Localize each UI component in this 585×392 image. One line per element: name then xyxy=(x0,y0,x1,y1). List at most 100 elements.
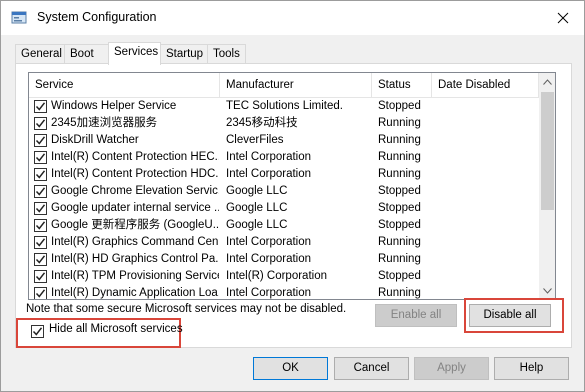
services-panel: Service Manufacturer Status Date Disable… xyxy=(15,63,572,348)
service-date-disabled xyxy=(438,200,536,217)
service-checkbox[interactable] xyxy=(34,219,47,232)
service-date-disabled xyxy=(438,217,536,234)
service-row[interactable]: Google Chrome Elevation Servic... Google … xyxy=(29,183,539,200)
service-checkbox[interactable] xyxy=(34,151,47,164)
service-date-disabled xyxy=(438,98,536,115)
hide-ms-services-checkbox[interactable] xyxy=(31,325,44,338)
service-manufacturer: Google LLC xyxy=(226,185,288,197)
service-status: Stopped xyxy=(378,270,421,282)
service-checkbox[interactable] xyxy=(34,270,47,283)
service-name: Intel(R) Dynamic Application Loa... xyxy=(51,287,219,299)
service-checkbox[interactable] xyxy=(34,287,47,299)
service-checkbox[interactable] xyxy=(34,168,47,181)
service-row[interactable]: 2345加速浏览器服务 2345移动科技 Running xyxy=(29,115,539,132)
service-checkbox[interactable] xyxy=(34,185,47,198)
service-status: Running xyxy=(378,117,421,129)
service-date-disabled xyxy=(438,115,536,132)
service-status: Running xyxy=(378,236,421,248)
service-status: Stopped xyxy=(378,202,421,214)
service-name: Google Chrome Elevation Servic... xyxy=(51,185,219,197)
service-status: Running xyxy=(378,151,421,163)
column-header-status[interactable]: Status xyxy=(372,73,432,98)
service-status: Stopped xyxy=(378,100,421,112)
service-name: Intel(R) Graphics Command Cen... xyxy=(51,236,219,248)
list-header: Service Manufacturer Status Date Disable… xyxy=(29,73,539,98)
column-header-date-disabled[interactable]: Date Disabled xyxy=(432,73,539,98)
tab-startup[interactable]: Startup xyxy=(160,44,208,64)
service-name: Intel(R) Content Protection HDC... xyxy=(51,168,219,180)
service-date-disabled xyxy=(438,149,536,166)
service-row[interactable]: Intel(R) Graphics Command Cen... Intel Co… xyxy=(29,234,539,251)
enable-all-button[interactable]: Enable all xyxy=(375,304,457,327)
service-checkbox[interactable] xyxy=(34,134,47,147)
service-name: Google 更新程序服务 (GoogleU... xyxy=(51,219,219,231)
column-header-service[interactable]: Service xyxy=(29,73,220,98)
service-checkbox[interactable] xyxy=(34,100,47,113)
service-row[interactable]: Google updater internal service ... Googl… xyxy=(29,200,539,217)
service-row[interactable]: Intel(R) Content Protection HEC... Intel … xyxy=(29,149,539,166)
service-name: 2345加速浏览器服务 xyxy=(51,117,158,129)
service-status: Running xyxy=(378,253,421,265)
ok-button[interactable]: OK xyxy=(253,357,328,380)
services-list: Service Manufacturer Status Date Disable… xyxy=(28,72,556,300)
service-manufacturer: Intel(R) Corporation xyxy=(226,270,327,282)
disable-all-button[interactable]: Disable all xyxy=(469,304,551,327)
service-name: Intel(R) HD Graphics Control Pa... xyxy=(51,253,219,265)
system-configuration-window: System Configuration General Boot Servic… xyxy=(0,0,585,392)
service-manufacturer: CleverFiles xyxy=(226,134,284,146)
service-row[interactable]: Windows Helper Service TEC Solutions Limi… xyxy=(29,98,539,115)
hide-ms-services-label[interactable]: Hide all Microsoft services xyxy=(49,323,183,335)
apply-button[interactable]: Apply xyxy=(414,357,489,380)
service-row[interactable]: Google 更新程序服务 (GoogleU... Google LLC Stopp… xyxy=(29,217,539,234)
window-title: System Configuration xyxy=(37,10,157,24)
tab-tools[interactable]: Tools xyxy=(207,44,246,64)
service-name: Intel(R) Content Protection HEC... xyxy=(51,151,219,163)
secure-services-note: Note that some secure Microsoft services… xyxy=(26,303,347,315)
service-date-disabled xyxy=(438,183,536,200)
scroll-down-icon[interactable] xyxy=(539,282,555,299)
service-checkbox[interactable] xyxy=(34,253,47,266)
service-manufacturer: Intel Corporation xyxy=(226,287,312,299)
tab-services[interactable]: Services xyxy=(108,42,161,65)
service-row[interactable]: Intel(R) HD Graphics Control Pa... Intel … xyxy=(29,251,539,268)
service-status: Running xyxy=(378,287,421,299)
column-header-manufacturer[interactable]: Manufacturer xyxy=(220,73,372,98)
service-name: Google updater internal service ... xyxy=(51,202,219,214)
vertical-scrollbar[interactable] xyxy=(539,73,555,299)
help-button[interactable]: Help xyxy=(494,357,569,380)
scrollbar-thumb[interactable] xyxy=(541,92,554,210)
service-checkbox[interactable] xyxy=(34,236,47,249)
service-name: DiskDrill Watcher xyxy=(51,134,139,146)
cancel-button[interactable]: Cancel xyxy=(334,357,409,380)
service-row[interactable]: Intel(R) TPM Provisioning Service Intel(R… xyxy=(29,268,539,285)
service-manufacturer: TEC Solutions Limited. xyxy=(226,100,343,112)
close-icon[interactable] xyxy=(542,1,584,35)
scroll-up-icon[interactable] xyxy=(539,73,555,90)
service-rows: Windows Helper Service TEC Solutions Limi… xyxy=(29,98,539,299)
service-manufacturer: Intel Corporation xyxy=(226,151,312,163)
service-date-disabled xyxy=(438,268,536,285)
msconfig-app-icon xyxy=(11,10,27,26)
service-checkbox[interactable] xyxy=(34,202,47,215)
service-row[interactable]: Intel(R) Content Protection HDC... Intel … xyxy=(29,166,539,183)
service-date-disabled xyxy=(438,132,536,149)
service-manufacturer: Intel Corporation xyxy=(226,236,312,248)
tab-general[interactable]: General xyxy=(15,44,65,64)
tab-boot[interactable]: Boot xyxy=(64,44,109,64)
service-date-disabled xyxy=(438,166,536,183)
title-bar: System Configuration xyxy=(1,1,584,35)
service-name: Intel(R) TPM Provisioning Service xyxy=(51,270,219,282)
service-manufacturer: Google LLC xyxy=(226,202,288,214)
service-row[interactable]: Intel(R) Dynamic Application Loa... Intel… xyxy=(29,285,539,299)
service-manufacturer: Intel Corporation xyxy=(226,253,312,265)
service-row[interactable]: DiskDrill Watcher CleverFiles Running xyxy=(29,132,539,149)
service-status: Stopped xyxy=(378,219,421,231)
service-manufacturer: Intel Corporation xyxy=(226,168,312,180)
service-checkbox[interactable] xyxy=(34,117,47,130)
service-status: Running xyxy=(378,168,421,180)
service-manufacturer: 2345移动科技 xyxy=(226,117,298,129)
service-date-disabled xyxy=(438,251,536,268)
service-status: Running xyxy=(378,134,421,146)
service-name: Windows Helper Service xyxy=(51,100,177,112)
service-status: Stopped xyxy=(378,185,421,197)
